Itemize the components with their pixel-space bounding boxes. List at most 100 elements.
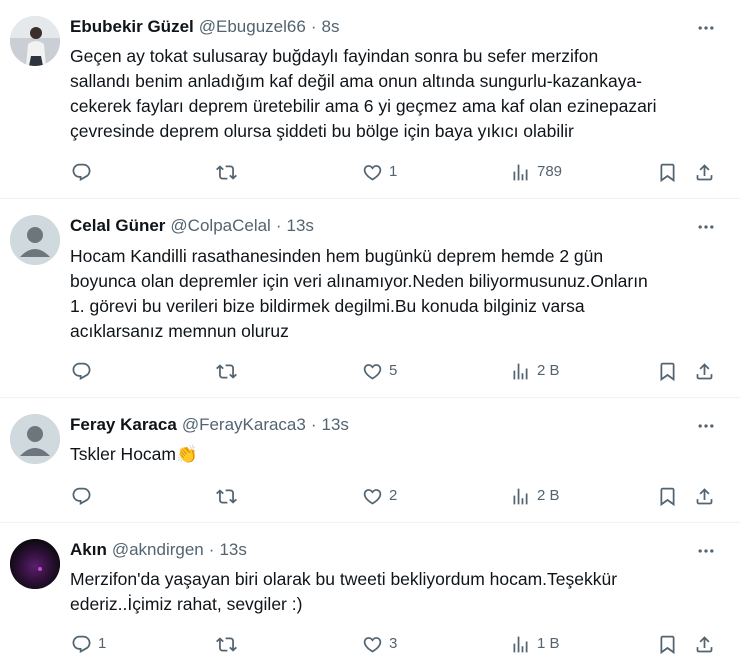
retweet-button[interactable]	[216, 631, 243, 657]
analytics-icon	[513, 488, 528, 504]
reply-button[interactable]: 1	[71, 631, 106, 657]
analytics-icon	[513, 636, 528, 652]
separator-dot: ·	[310, 17, 317, 36]
share-icon	[696, 362, 713, 379]
action-bar: 1 789	[70, 159, 730, 185]
author-handle[interactable]: @Ebuguzel66	[199, 16, 306, 38]
avatar-photo-icon	[10, 16, 60, 66]
more-dots-icon	[698, 424, 714, 428]
view-count: 789	[537, 163, 563, 180]
more-dots-icon	[698, 225, 714, 229]
retweet-icon	[216, 488, 237, 504]
action-bar: 1 3 1 B	[70, 631, 730, 657]
retweet-icon	[216, 363, 237, 379]
analytics-icon	[513, 164, 528, 180]
like-count: 3	[389, 635, 398, 652]
reply-count: 1	[98, 635, 107, 652]
bookmark-button[interactable]	[657, 159, 678, 185]
share-icon	[696, 163, 713, 180]
tweet-text: Hocam Kandilli rasathanesinden hem bugün…	[70, 246, 648, 341]
tweet-header: Feray Karaca @FerayKaraca3 · 13s	[70, 414, 349, 436]
more-options-button[interactable]	[694, 16, 718, 40]
reply-icon	[72, 635, 91, 653]
retweet-button[interactable]	[216, 483, 243, 509]
views-button[interactable]: 1 B	[510, 631, 560, 657]
retweet-button[interactable]	[216, 358, 243, 384]
share-button[interactable]	[694, 631, 715, 657]
analytics-icon	[513, 363, 528, 379]
heart-icon	[363, 363, 382, 380]
like-button[interactable]: 3	[362, 631, 397, 657]
reply-button[interactable]	[71, 483, 98, 509]
avatar[interactable]	[10, 215, 60, 265]
author-handle[interactable]: @akndirgen	[112, 539, 204, 561]
action-bar: 5 2 B	[70, 358, 730, 384]
tweet-text: Geçen ay tokat sulusaray buğdaylı fayind…	[70, 46, 657, 141]
timestamp[interactable]: 13s	[322, 414, 349, 436]
author-name[interactable]: Feray Karaca	[70, 414, 177, 436]
default-avatar-icon	[10, 414, 60, 464]
avatar[interactable]	[10, 16, 60, 66]
reply-button[interactable]	[71, 159, 98, 185]
separator-dot: ·	[310, 415, 317, 434]
heart-icon	[363, 636, 382, 653]
action-bar: 2 2 B	[70, 483, 730, 509]
reply-button[interactable]	[71, 358, 98, 384]
timestamp[interactable]: 8s	[321, 16, 339, 38]
share-icon	[696, 487, 713, 504]
avatar-photo-icon	[10, 539, 60, 589]
like-count: 2	[389, 487, 398, 504]
view-count: 2 B	[537, 362, 560, 379]
bookmark-icon	[660, 487, 675, 506]
tweet-header: Ebubekir Güzel @Ebuguzel66 · 8s	[70, 16, 339, 38]
more-options-button[interactable]	[694, 215, 718, 239]
heart-icon	[363, 164, 382, 181]
tweet-header: Celal Güner @ColpaCelal · 13s	[70, 215, 314, 237]
views-button[interactable]: 2 B	[510, 483, 560, 509]
like-count: 1	[389, 163, 398, 180]
heart-icon	[363, 488, 382, 505]
tweet[interactable]: Feray Karaca @FerayKaraca3 · 13s Tskler …	[0, 398, 740, 523]
retweet-icon	[216, 164, 237, 180]
share-button[interactable]	[694, 483, 715, 509]
bookmark-button[interactable]	[657, 631, 678, 657]
bookmark-button[interactable]	[657, 358, 678, 384]
tweet[interactable]: Celal Güner @ColpaCelal · 13s Hocam Kand…	[0, 199, 740, 398]
author-handle[interactable]: @ColpaCelal	[170, 215, 270, 237]
author-name[interactable]: Akın	[70, 539, 107, 561]
more-dots-icon	[698, 26, 714, 30]
like-count: 5	[389, 362, 398, 379]
author-name[interactable]: Ebubekir Güzel	[70, 16, 194, 38]
share-icon	[696, 635, 713, 652]
bookmark-button[interactable]	[657, 483, 678, 509]
avatar[interactable]	[10, 414, 60, 464]
retweet-button[interactable]	[216, 159, 243, 185]
default-avatar-icon	[10, 215, 60, 265]
tweet[interactable]: Akın @akndirgen · 13s Merzifon'da yaşaya…	[0, 523, 740, 660]
more-dots-icon	[698, 549, 714, 553]
reply-icon	[72, 362, 91, 380]
timestamp[interactable]: 13s	[287, 215, 314, 237]
view-count: 1 B	[537, 635, 560, 652]
view-count: 2 B	[537, 487, 560, 504]
share-button[interactable]	[694, 159, 715, 185]
like-button[interactable]: 5	[362, 358, 397, 384]
reply-icon	[72, 163, 91, 181]
tweet-header: Akın @akndirgen · 13s	[70, 539, 247, 561]
more-options-button[interactable]	[694, 414, 718, 438]
author-handle[interactable]: @FerayKaraca3	[182, 414, 306, 436]
views-button[interactable]: 789	[510, 159, 562, 185]
share-button[interactable]	[694, 358, 715, 384]
like-button[interactable]: 1	[362, 159, 397, 185]
timestamp[interactable]: 13s	[219, 539, 246, 561]
views-button[interactable]: 2 B	[510, 358, 560, 384]
like-button[interactable]: 2	[362, 483, 397, 509]
avatar[interactable]	[10, 539, 60, 589]
separator-dot: ·	[275, 216, 282, 235]
tweet-text: Merzifon'da yaşayan biri olarak bu tweet…	[70, 569, 618, 614]
tweet[interactable]: Ebubekir Güzel @Ebuguzel66 · 8s Geçen ay…	[0, 0, 740, 199]
author-name[interactable]: Celal Güner	[70, 215, 165, 237]
more-options-button[interactable]	[694, 539, 718, 563]
bookmark-icon	[660, 163, 675, 182]
separator-dot: ·	[208, 540, 215, 559]
